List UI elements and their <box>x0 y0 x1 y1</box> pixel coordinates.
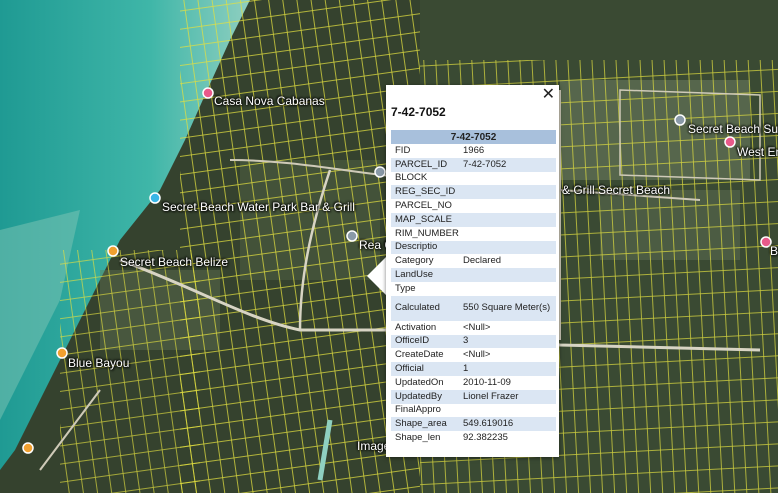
table-row: LandUse <box>391 268 556 282</box>
map-label-blue-bayou[interactable]: Blue Bayou <box>68 356 129 370</box>
table-row: REG_SEC_ID <box>391 185 556 200</box>
gray-pin-icon[interactable] <box>674 114 686 126</box>
attr-value <box>459 240 556 255</box>
map-label-casa-nova[interactable]: Casa Nova Cabanas <box>214 94 325 108</box>
attr-key: LandUse <box>391 268 459 282</box>
attr-key: PARCEL_NO <box>395 200 452 212</box>
table-row: Shape_len 92.382235 <box>391 431 556 445</box>
attr-value: Declared <box>463 255 502 267</box>
attr-value: <Null> <box>463 321 491 333</box>
orange-pin-icon[interactable] <box>107 245 119 257</box>
attr-value: 2010-11-09 <box>463 376 511 388</box>
table-row: CreateDate <Null> <box>391 348 556 362</box>
attr-value <box>459 212 556 227</box>
table-row: MAP_SCALE <box>391 212 556 227</box>
attr-value <box>459 199 556 213</box>
attr-value: Lionel Frazer <box>459 389 556 404</box>
attr-key: FID <box>395 144 411 156</box>
table-row: Official 1 <box>391 362 556 376</box>
popup-pointer <box>367 257 386 295</box>
gray-pin-icon[interactable] <box>374 166 386 178</box>
attr-key: Activation <box>395 321 437 333</box>
attr-key: Shape_area <box>391 417 459 432</box>
attribute-table-header: 7-42-7052 <box>391 130 556 144</box>
attr-key: FinalAppro <box>395 404 441 416</box>
attr-key: Official <box>391 362 459 376</box>
attr-key: Category <box>395 255 434 267</box>
attr-key: Descriptio <box>391 240 459 255</box>
map-label-b[interactable]: B <box>770 244 778 258</box>
map-label-secret-beach-belize[interactable]: Secret Beach Belize <box>120 255 228 269</box>
table-row: UpdatedBy Lionel Frazer <box>391 389 556 404</box>
attr-value: <Null> <box>463 349 491 361</box>
table-row: PARCEL_ID 7-42-7052 <box>391 157 556 172</box>
pink-pin-icon[interactable] <box>724 136 736 148</box>
table-row: BLOCK <box>391 172 556 186</box>
attr-value <box>459 404 556 418</box>
gray-pin-icon[interactable] <box>346 230 358 242</box>
attr-value <box>459 282 556 296</box>
attr-key: REG_SEC_ID <box>391 185 459 200</box>
attribute-table: 7-42-7052 FID 1966 PARCEL_ID 7-42-7052 BLO… <box>391 130 556 445</box>
attr-value: 1 <box>459 362 556 376</box>
orange-pin-icon[interactable] <box>56 347 68 359</box>
attr-value <box>459 268 556 282</box>
attr-key: UpdatedOn <box>395 376 444 388</box>
table-row: RIM_NUMBER <box>391 227 556 241</box>
attr-key: OfficeID <box>391 334 459 349</box>
attr-value: 3 <box>459 334 556 349</box>
table-row: UpdatedOn 2010-11-09 <box>391 376 556 390</box>
table-row: OfficeID 3 <box>391 334 556 349</box>
attr-key: Type <box>395 282 416 294</box>
attr-key: Shape_len <box>395 432 441 444</box>
table-row: Activation <Null> <box>391 321 556 335</box>
map-label-secret-beach-subdivision[interactable]: Secret Beach Subdi <box>688 122 778 136</box>
blue-pin-icon[interactable] <box>149 192 161 204</box>
attr-value: 92.382235 <box>463 432 508 444</box>
attr-value: 549.619016 <box>459 417 556 432</box>
table-row: Type <box>391 282 556 296</box>
table-row: FID 1966 <box>391 144 556 158</box>
attr-key: Calculated <box>391 295 459 321</box>
attr-key: PARCEL_ID <box>391 157 459 172</box>
attr-value <box>459 185 556 200</box>
popup-title: 7-42-7052 <box>391 105 446 119</box>
attr-value: 7-42-7052 <box>459 157 556 172</box>
table-row: Calculated 550 Square Meter(s) <box>391 295 556 321</box>
attr-key: MAP_SCALE <box>391 212 459 227</box>
attr-value <box>459 172 556 186</box>
map-label-water-park[interactable]: Secret Beach Water Park Bar & Grill <box>162 200 355 214</box>
close-icon[interactable]: ✕ <box>542 84 555 103</box>
table-row: PARCEL_NO <box>391 199 556 213</box>
map-label-grill-secret-beach[interactable]: & Grill Secret Beach <box>562 183 670 197</box>
attr-key: CreateDate <box>395 349 444 361</box>
table-row: FinalAppro <box>391 404 556 418</box>
attr-key: UpdatedBy <box>391 389 459 404</box>
pink-pin-icon[interactable] <box>202 87 214 99</box>
orange-pin-icon[interactable] <box>22 442 34 454</box>
attr-value: 550 Square Meter(s) <box>459 295 556 321</box>
attr-key: RIM_NUMBER <box>395 227 459 239</box>
table-row: Descriptio <box>391 240 556 255</box>
attr-value: 1966 <box>463 144 485 156</box>
map-label-west-end[interactable]: West End <box>737 145 778 159</box>
attr-key: BLOCK <box>395 172 428 184</box>
table-row: Category Declared <box>391 254 556 268</box>
attr-value <box>459 227 556 241</box>
table-row: Shape_area 549.619016 <box>391 417 556 432</box>
parcel-info-popup: ✕ 7-42-7052 7-42-7052 FID 1966 PARCEL_ID 7… <box>386 84 559 457</box>
